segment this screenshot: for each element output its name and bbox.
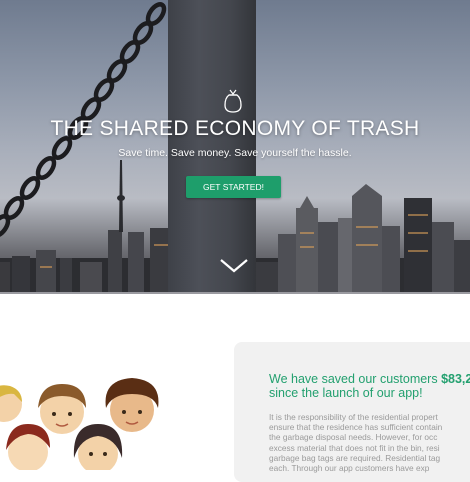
body-line: ensure that the residence has sufficient…: [269, 422, 443, 433]
hero-section: THE SHARED ECONOMY OF TRASH Save time. S…: [0, 0, 470, 292]
body-line: garbage bag tags are required. Residenti…: [269, 452, 441, 463]
trash-bag-icon: [224, 89, 242, 113]
body-line: the garbage disposal needs. However, for…: [269, 432, 438, 443]
community-illustration: [0, 378, 159, 470]
savings-amount: $83,2: [441, 372, 470, 386]
savings-headline: We have saved our customers $83,2 since …: [269, 372, 470, 400]
get-started-button[interactable]: GET STARTED!: [186, 176, 281, 198]
chevron-down-icon[interactable]: [219, 258, 249, 274]
body-line: It is the responsibility of the resident…: [269, 412, 438, 422]
concrete-pillar: [168, 0, 256, 292]
hero-subtitle: Save time. Save money. Save yourself the…: [118, 147, 352, 159]
body-line: each. Through our app customers have exp: [269, 463, 430, 474]
savings-headline-prefix: We have saved our customers: [269, 372, 442, 386]
savings-body: It is the responsibility of the resident…: [269, 412, 470, 473]
savings-headline-suffix: since the launch of our app!: [269, 386, 423, 400]
body-line: excess material that does not fit in the…: [269, 442, 440, 453]
hero-title: THE SHARED ECONOMY OF TRASH: [50, 117, 420, 140]
